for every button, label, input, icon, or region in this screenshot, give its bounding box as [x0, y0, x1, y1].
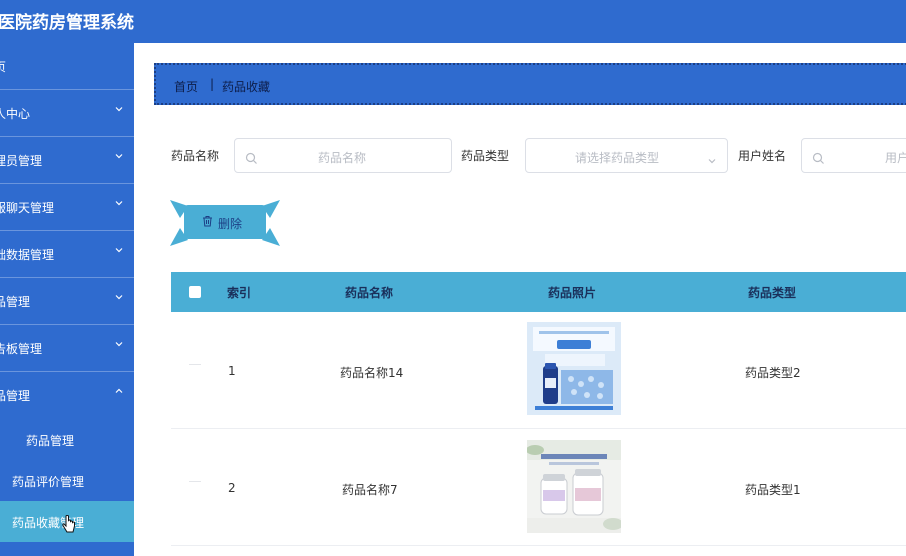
sidebar-item-personal-center[interactable]: 人中心: [0, 90, 134, 137]
row-checkbox[interactable]: [189, 364, 201, 376]
sidebar-subitem-drug-favorites-management[interactable]: 药品收藏管理: [0, 501, 134, 542]
delete-button-label: 删除: [218, 217, 243, 231]
breadcrumb-home-link[interactable]: 首页: [174, 78, 198, 95]
column-header-index: 索引: [227, 286, 252, 300]
search-icon: [245, 150, 258, 164]
select-all-checkbox[interactable]: [189, 286, 201, 298]
row-checkbox[interactable]: [189, 481, 201, 493]
drug-photo: [527, 440, 621, 533]
chevron-down-icon: [114, 198, 124, 208]
sidebar-item-label: 人中心: [0, 107, 31, 121]
chevron-down-icon: [114, 339, 124, 349]
chevron-down-icon: [114, 104, 124, 114]
table-row[interactable]: 1 药品名称14 药品类型2: [171, 312, 906, 429]
sidebar-item-label: 品管理: [0, 389, 31, 403]
sidebar-item-drug-management[interactable]: 品管理: [0, 372, 134, 419]
sidebar-item-home[interactable]: 页: [0, 43, 134, 90]
column-header-drug-type: 药品类型: [748, 286, 797, 300]
sidebar-subitem-drug-management[interactable]: 药品管理: [0, 419, 134, 460]
hand-cursor-icon: [62, 514, 76, 535]
sidebar-item-bulletin-management[interactable]: 告板管理: [0, 325, 134, 372]
drug-photo: [527, 322, 621, 415]
chevron-down-icon: [707, 151, 717, 164]
user-name-search-input[interactable]: 用户: [801, 138, 906, 173]
cell-drug-type: 药品类型2: [745, 366, 801, 380]
sidebar-subitem-label: 药品管理: [26, 434, 75, 448]
cell-drug-name: 药品名称14: [340, 366, 404, 380]
chevron-down-icon: [114, 292, 124, 302]
top-header: 医院药房管理系统: [0, 0, 906, 43]
drug-name-placeholder: 药品名称: [318, 151, 367, 165]
main-content: 首页 | 药品收藏 药品名称 药品名称 药品类型 请选择药品类型 用户姓名 用户…: [134, 43, 906, 556]
chevron-down-icon: [114, 151, 124, 161]
trash-icon: [202, 215, 213, 227]
chevron-down-icon: [114, 245, 124, 255]
sidebar-item-label: 品管理: [0, 295, 31, 309]
user-name-placeholder: 用户: [885, 151, 906, 165]
sidebar-subitem-drug-review-management[interactable]: 药品评价管理: [0, 460, 134, 501]
drug-name-filter-label: 药品名称: [171, 149, 220, 163]
drug-type-select[interactable]: 请选择药品类型: [525, 138, 728, 173]
table-header: 索引 药品名称 药品照片 药品类型: [171, 272, 906, 312]
drug-type-filter-label: 药品类型: [461, 149, 510, 163]
drug-name-search-input[interactable]: 药品名称: [234, 138, 452, 173]
sidebar-item-admin-management[interactable]: 理员管理: [0, 137, 134, 184]
column-header-drug-photo: 药品照片: [548, 286, 597, 300]
delete-button[interactable]: 删除: [184, 205, 266, 239]
cell-drug-name: 药品名称7: [342, 483, 398, 497]
sidebar-item-product-management[interactable]: 品管理: [0, 278, 134, 325]
sidebar-item-label: 理员管理: [0, 154, 43, 168]
search-icon: [812, 150, 825, 164]
sidebar: 页 人中心 理员管理 服聊天管理 础数据管理 品管理 告板管理 品管理 药品管理…: [0, 43, 134, 556]
chevron-up-icon: [114, 386, 124, 396]
sidebar-item-label: 服聊天管理: [0, 201, 55, 215]
breadcrumb-separator: |: [210, 77, 215, 91]
app-title: 医院药房管理系统: [0, 13, 134, 33]
cell-index: 2: [228, 481, 236, 495]
sidebar-item-chat-management[interactable]: 服聊天管理: [0, 184, 134, 231]
table-row[interactable]: 2 药品名称7 药品类型1: [171, 429, 906, 546]
sidebar-item-label: 告板管理: [0, 342, 43, 356]
drug-type-placeholder: 请选择药品类型: [575, 151, 660, 165]
column-header-drug-name: 药品名称: [345, 286, 394, 300]
breadcrumb-current: 药品收藏: [222, 80, 271, 94]
sidebar-subitem-label: 药品评价管理: [12, 475, 85, 489]
cell-drug-type: 药品类型1: [745, 483, 801, 497]
sidebar-item-basic-data-management[interactable]: 础数据管理: [0, 231, 134, 278]
cell-index: 1: [228, 364, 236, 378]
sidebar-item-label: 础数据管理: [0, 248, 55, 262]
user-name-filter-label: 用户姓名: [738, 149, 787, 163]
breadcrumb: 首页 | 药品收藏: [154, 63, 906, 105]
sidebar-item-label: 页: [0, 60, 7, 74]
